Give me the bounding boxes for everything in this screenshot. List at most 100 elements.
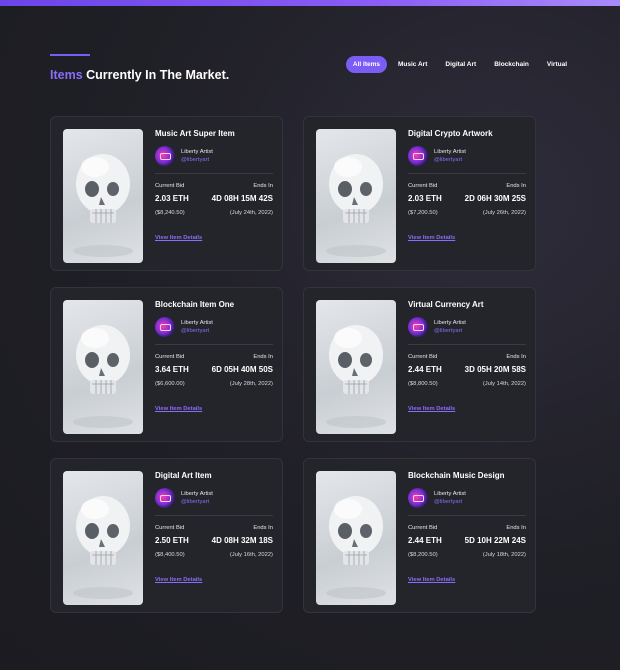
bid-usd: ($8,800.50) — [408, 381, 438, 387]
countdown-value: 4D 08H 32M 18S — [211, 536, 273, 545]
bid-value: 2.44 ETH — [408, 536, 442, 545]
section-accent-line — [50, 54, 90, 56]
end-date: (July 14th, 2022) — [482, 381, 526, 387]
section-title-highlight: Items — [50, 68, 83, 82]
bid-usd: ($8,400.50) — [155, 552, 185, 558]
avatar[interactable] — [155, 488, 175, 508]
view-item-details-link[interactable]: View Item Details — [408, 235, 455, 241]
divider — [408, 344, 526, 345]
skull-icon — [326, 496, 386, 599]
item-card: Blockchain Item One Liberty Artist @libe… — [50, 287, 283, 442]
divider — [155, 173, 273, 174]
artist-info: Liberty Artist @libertyart — [408, 488, 526, 508]
end-date: (July 28th, 2022) — [229, 381, 273, 387]
artist-name: Liberty Artist — [434, 491, 466, 497]
skull-icon — [326, 154, 386, 257]
skull-image[interactable] — [316, 471, 396, 605]
view-item-details-link[interactable]: View Item Details — [155, 235, 202, 241]
avatar[interactable] — [155, 317, 175, 337]
artist-info: Liberty Artist @libertyart — [155, 317, 273, 337]
countdown-value: 5D 10H 22M 24S — [464, 536, 526, 545]
current-bid-label: Current Bid — [155, 183, 185, 189]
current-bid-label: Current Bid — [155, 525, 185, 531]
current-bid-label: Current Bid — [408, 183, 438, 189]
filter-virtual[interactable]: Virtual — [540, 56, 574, 73]
bid-usd: ($6,600.00) — [155, 381, 185, 387]
item-card: Digital Crypto Artwork Liberty Artist @l… — [303, 116, 536, 271]
current-bid-label: Current Bid — [155, 354, 185, 360]
section-title: Items Currently In The Market. — [50, 68, 229, 82]
artist-info: Liberty Artist @libertyart — [155, 488, 273, 508]
view-item-details-link[interactable]: View Item Details — [155, 406, 202, 412]
end-date: (July 24th, 2022) — [229, 210, 273, 216]
bid-usd: ($7,200.50) — [408, 210, 438, 216]
filter-music-art[interactable]: Music Art — [391, 56, 434, 73]
artist-handle-link[interactable]: @libertyart — [434, 499, 466, 505]
countdown-value: 6D 05H 40M 50S — [211, 365, 273, 374]
skull-image[interactable] — [63, 129, 143, 263]
countdown-value: 3D 05H 20M 58S — [464, 365, 526, 374]
item-title: Music Art Super Item — [155, 129, 235, 138]
bid-usd: ($8,240.50) — [155, 210, 185, 216]
countdown-value: 2D 06H 30M 25S — [464, 194, 526, 203]
ends-in-label: Ends In — [506, 183, 526, 189]
skull-image[interactable] — [63, 471, 143, 605]
view-item-details-link[interactable]: View Item Details — [408, 577, 455, 583]
item-card: Music Art Super Item Liberty Artist @lib… — [50, 116, 283, 271]
ends-in-label: Ends In — [506, 525, 526, 531]
item-title: Digital Art Item — [155, 471, 212, 480]
ends-in-label: Ends In — [253, 183, 273, 189]
filter-blockchain[interactable]: Blockchain — [487, 56, 536, 73]
artist-name: Liberty Artist — [181, 491, 213, 497]
bid-value: 2.44 ETH — [408, 365, 442, 374]
skull-icon — [73, 496, 133, 599]
item-card: Digital Art Item Liberty Artist @liberty… — [50, 458, 283, 613]
divider — [155, 344, 273, 345]
artist-handle-link[interactable]: @libertyart — [181, 157, 213, 163]
skull-icon — [73, 154, 133, 257]
artist-info: Liberty Artist @libertyart — [408, 146, 526, 166]
avatar[interactable] — [408, 146, 428, 166]
artist-handle-link[interactable]: @libertyart — [181, 328, 213, 334]
skull-icon — [326, 325, 386, 428]
artist-handle-link[interactable]: @libertyart — [434, 157, 466, 163]
bid-value: 2.50 ETH — [155, 536, 189, 545]
artist-handle-link[interactable]: @libertyart — [434, 328, 466, 334]
end-date: (July 26th, 2022) — [482, 210, 526, 216]
view-item-details-link[interactable]: View Item Details — [155, 577, 202, 583]
bid-usd: ($8,200.50) — [408, 552, 438, 558]
artist-name: Liberty Artist — [181, 320, 213, 326]
avatar[interactable] — [155, 146, 175, 166]
item-title: Virtual Currency Art — [408, 300, 484, 309]
artist-name: Liberty Artist — [434, 320, 466, 326]
avatar[interactable] — [408, 488, 428, 508]
artist-info: Liberty Artist @libertyart — [408, 317, 526, 337]
skull-image[interactable] — [63, 300, 143, 434]
artist-handle-link[interactable]: @libertyart — [181, 499, 213, 505]
end-date: (July 18th, 2022) — [482, 552, 526, 558]
avatar[interactable] — [408, 317, 428, 337]
item-title: Blockchain Music Design — [408, 471, 505, 480]
skull-image[interactable] — [316, 129, 396, 263]
ends-in-label: Ends In — [506, 354, 526, 360]
top-accent-bar — [0, 0, 620, 6]
ends-in-label: Ends In — [253, 525, 273, 531]
current-bid-label: Current Bid — [408, 525, 438, 531]
skull-image[interactable] — [316, 300, 396, 434]
section-title-rest: Currently In The Market. — [82, 68, 230, 82]
artist-name: Liberty Artist — [434, 149, 466, 155]
item-card: Virtual Currency Art Liberty Artist @lib… — [303, 287, 536, 442]
bid-value: 2.03 ETH — [155, 194, 189, 203]
end-date: (July 16th, 2022) — [229, 552, 273, 558]
countdown-value: 4D 08H 15M 42S — [211, 194, 273, 203]
item-card: Blockchain Music Design Liberty Artist @… — [303, 458, 536, 613]
filter-all-items[interactable]: All Items — [345, 56, 387, 73]
item-title: Digital Crypto Artwork — [408, 129, 493, 138]
bid-value: 3.64 ETH — [155, 365, 189, 374]
filter-tabs: All Items Music Art Digital Art Blockcha… — [345, 56, 574, 73]
divider — [408, 173, 526, 174]
filter-digital-art[interactable]: Digital Art — [438, 56, 483, 73]
item-title: Blockchain Item One — [155, 300, 235, 309]
divider — [408, 515, 526, 516]
view-item-details-link[interactable]: View Item Details — [408, 406, 455, 412]
